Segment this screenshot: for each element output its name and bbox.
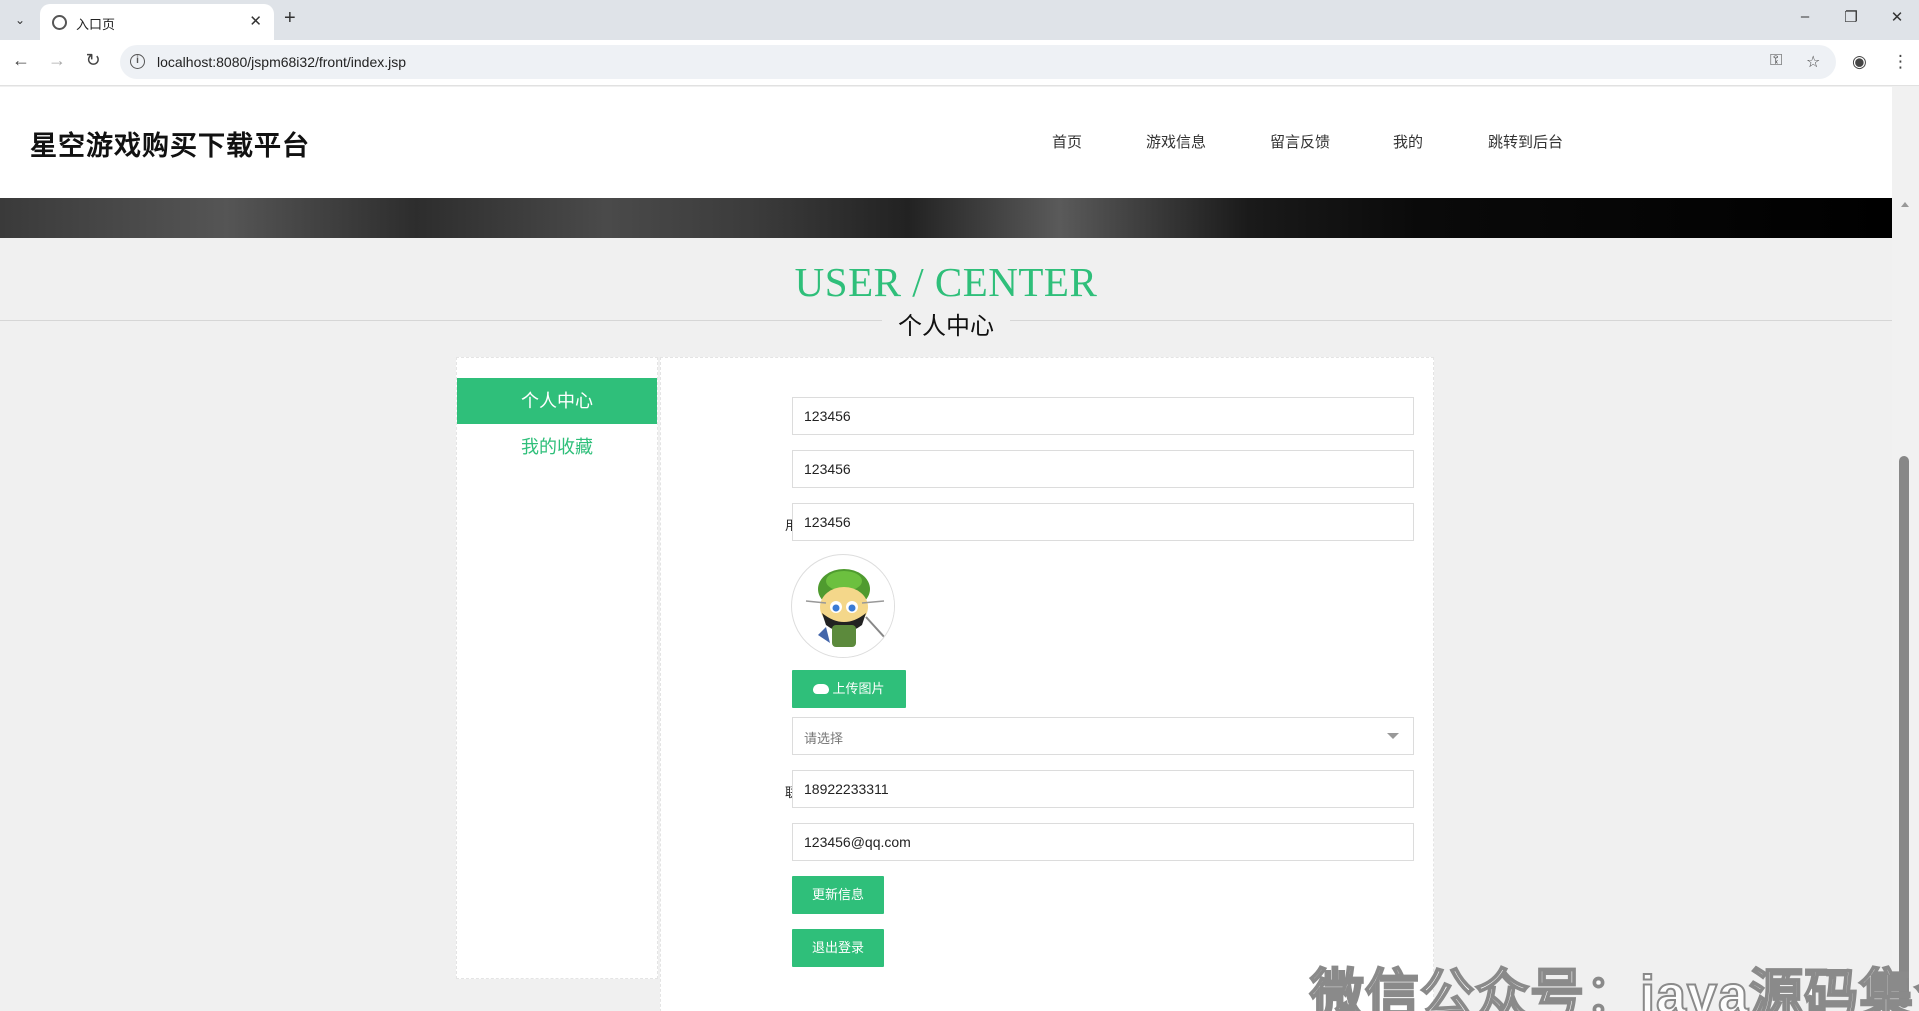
watermark-text: 微信公众号：java源码集合 <box>1309 964 1919 1011</box>
close-window-icon[interactable]: ✕ <box>1882 8 1912 26</box>
nav-admin[interactable]: 跳转到后台 <box>1488 131 1563 152</box>
email-input[interactable]: 123456@qq.com <box>792 823 1414 861</box>
site-info-icon[interactable]: i <box>130 54 145 69</box>
password-input[interactable]: 123456 <box>792 450 1414 488</box>
globe-icon <box>52 15 67 30</box>
phone-input[interactable]: 18922233311 <box>792 770 1414 808</box>
nav-games[interactable]: 游戏信息 <box>1146 131 1206 152</box>
gender-placeholder: 请选择 <box>804 731 844 746</box>
nav-feedback[interactable]: 留言反馈 <box>1270 131 1330 152</box>
upload-image-button[interactable]: 上传图片 <box>792 670 906 708</box>
scroll-up-icon[interactable] <box>1901 202 1909 207</box>
scroll-thumb[interactable] <box>1899 456 1909 1008</box>
user-sidebar: 个人中心 我的收藏 <box>456 357 658 979</box>
profile-form: 用户名 123456 密码 123456 用户姓名 123456 <box>660 357 1434 1011</box>
browser-tab[interactable]: 入口页 ✕ <box>40 4 274 40</box>
chevron-down-icon <box>1387 733 1399 739</box>
star-icon[interactable]: ☆ <box>1806 52 1820 72</box>
tab-title: 入口页 <box>76 17 116 32</box>
forward-icon[interactable]: → <box>44 50 70 71</box>
minimize-icon[interactable]: – <box>1790 8 1820 25</box>
logout-button[interactable]: 退出登录 <box>792 929 884 967</box>
update-info-button[interactable]: 更新信息 <box>792 876 884 914</box>
avatar-image <box>791 554 895 658</box>
sidebar-item-profile[interactable]: 个人中心 <box>457 378 657 424</box>
section-title-cn: 个人中心 <box>882 306 1010 341</box>
new-tab-button[interactable]: + <box>284 7 296 30</box>
username-input[interactable]: 123456 <box>792 397 1414 435</box>
key-icon[interactable]: ⚿ <box>1770 52 1782 70</box>
browser-toolbar: ← → ↻ i localhost:8080/jspm68i32/front/i… <box>0 40 1919 86</box>
profile-icon[interactable]: ◉ <box>1852 52 1867 72</box>
realname-input[interactable]: 123456 <box>792 503 1414 541</box>
close-tab-icon[interactable]: ✕ <box>249 12 262 30</box>
reload-icon[interactable]: ↻ <box>80 50 106 71</box>
cloud-upload-icon <box>813 684 830 694</box>
sidebar-item-favorites[interactable]: 我的收藏 <box>457 424 657 470</box>
address-bar[interactable]: i localhost:8080/jspm68i32/front/index.j… <box>120 45 1836 79</box>
section-title-en: USER / CENTER <box>794 259 1098 305</box>
gender-select[interactable]: 请选择 <box>792 717 1414 755</box>
banner-image <box>0 198 1892 238</box>
restore-icon[interactable]: ❐ <box>1836 8 1866 26</box>
page-scrollbar[interactable] <box>1892 87 1919 1011</box>
nav-mine[interactable]: 我的 <box>1393 131 1423 152</box>
nav-home[interactable]: 首页 <box>1052 131 1082 152</box>
site-title: 星空游戏购买下载平台 <box>30 131 310 161</box>
site-header: 星空游戏购买下载平台 首页 游戏信息 留言反馈 我的 跳转到后台 <box>0 87 1892 198</box>
upload-label: 上传图片 <box>832 681 885 696</box>
url-text[interactable]: localhost:8080/jspm68i32/front/index.jsp <box>157 54 406 70</box>
browser-tabbar: ⌄ 入口页 ✕ + – ❐ ✕ <box>0 0 1919 40</box>
page: 星空游戏购买下载平台 首页 游戏信息 留言反馈 我的 跳转到后台 USER / … <box>0 87 1892 1011</box>
tab-search-icon[interactable]: ⌄ <box>8 8 32 32</box>
back-icon[interactable]: ← <box>8 50 34 71</box>
menu-icon[interactable]: ⋮ <box>1892 52 1909 72</box>
